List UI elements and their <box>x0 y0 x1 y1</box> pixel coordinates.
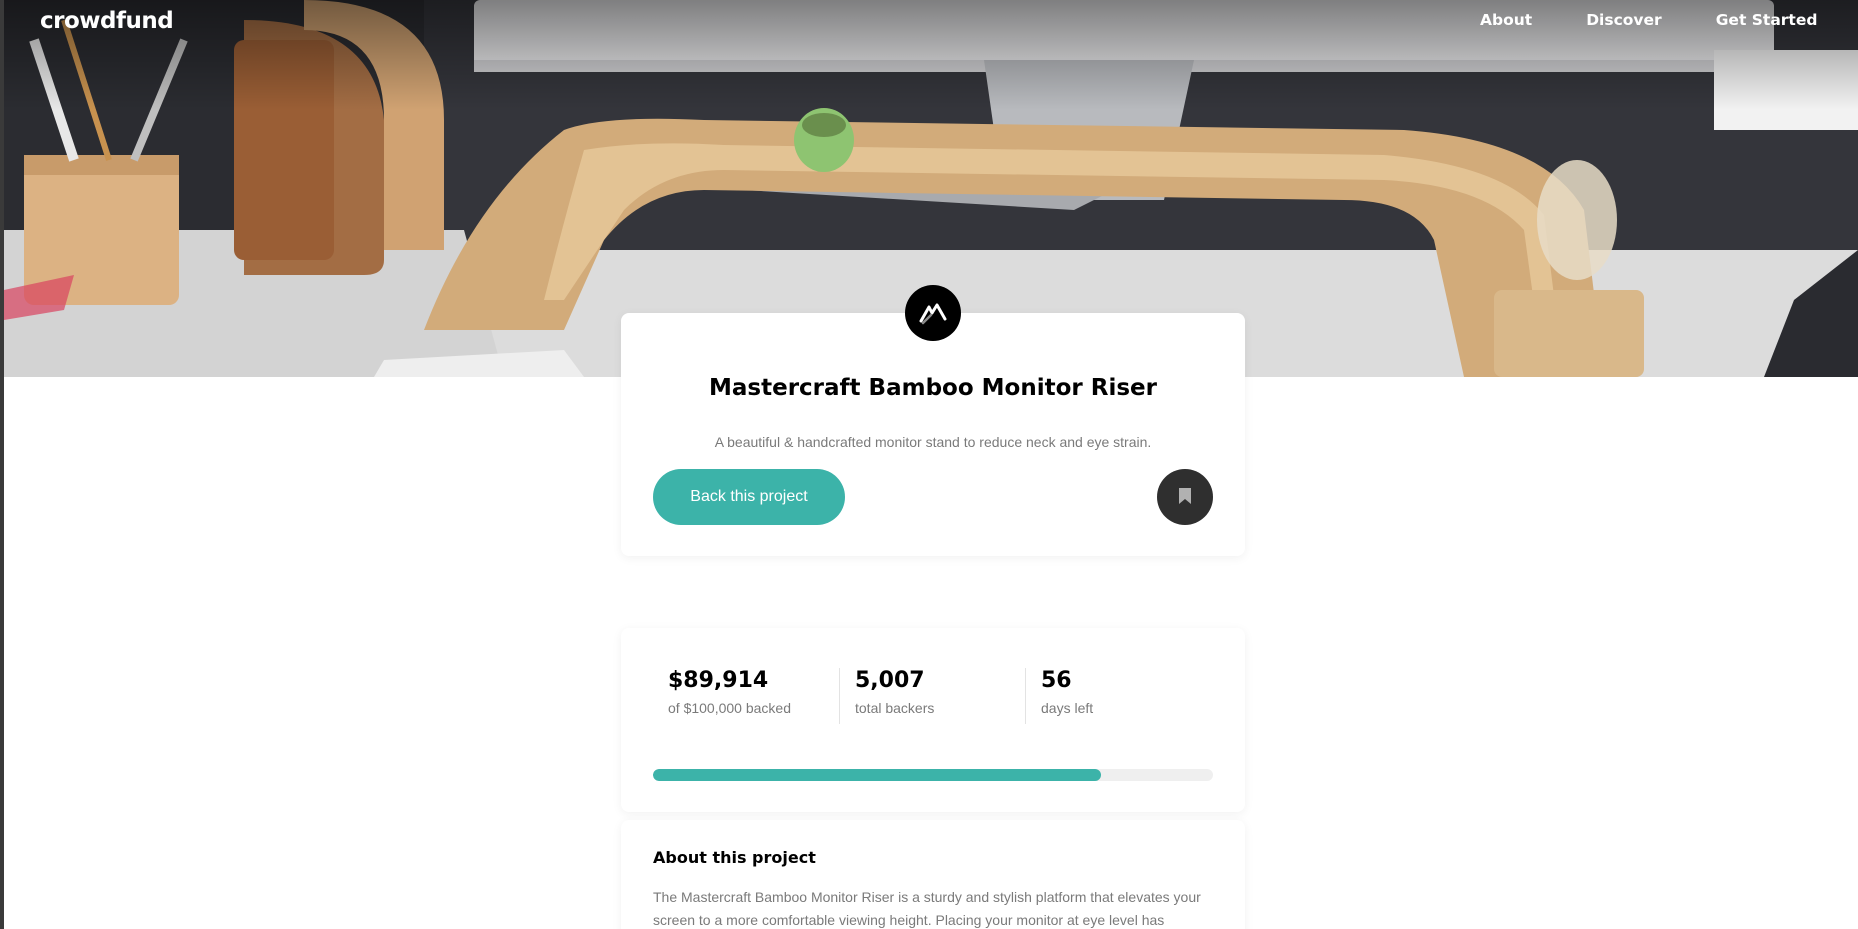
about-title: About this project <box>653 848 816 867</box>
nav-about[interactable]: About <box>1480 11 1532 29</box>
back-project-button[interactable]: Back this project <box>653 469 845 525</box>
mastercraft-logo-icon <box>905 285 961 341</box>
amount-backed-label: of $100,000 backed <box>668 700 791 716</box>
stat-days: 56 days left <box>1041 668 1093 716</box>
nav-discover[interactable]: Discover <box>1586 11 1662 29</box>
main-nav: About Discover Get Started <box>1480 11 1858 29</box>
stat-backers: 5,007 total backers <box>855 668 934 716</box>
stat-backed: $89,914 of $100,000 backed <box>668 668 791 716</box>
stat-divider <box>1025 668 1026 724</box>
total-backers-label: total backers <box>855 700 935 716</box>
stats-card: $89,914 of $100,000 backed 5,007 total b… <box>621 628 1245 812</box>
progress-bar <box>653 769 1213 781</box>
about-text: The Mastercraft Bamboo Monitor Riser is … <box>653 889 1201 928</box>
days-left-label: days left <box>1041 700 1094 716</box>
project-title: Mastercraft Bamboo Monitor Riser <box>709 375 1157 401</box>
nav-get-started[interactable]: Get Started <box>1716 11 1818 29</box>
stat-divider <box>839 668 840 724</box>
project-card: Mastercraft Bamboo Monitor Riser A beaut… <box>621 313 1245 556</box>
total-backers-value: 5,007 <box>855 668 925 693</box>
site-logo[interactable]: crowdfund <box>40 8 174 34</box>
bookmark-button[interactable] <box>1157 469 1213 525</box>
project-subtitle: A beautiful & handcrafted monitor stand … <box>714 434 1152 450</box>
about-card: About this project The Mastercraft Bambo… <box>621 820 1245 929</box>
days-left-value: 56 <box>1041 668 1072 693</box>
amount-backed-value: $89,914 <box>668 668 769 693</box>
bookmark-icon <box>1179 487 1191 507</box>
progress-fill <box>653 769 1101 781</box>
